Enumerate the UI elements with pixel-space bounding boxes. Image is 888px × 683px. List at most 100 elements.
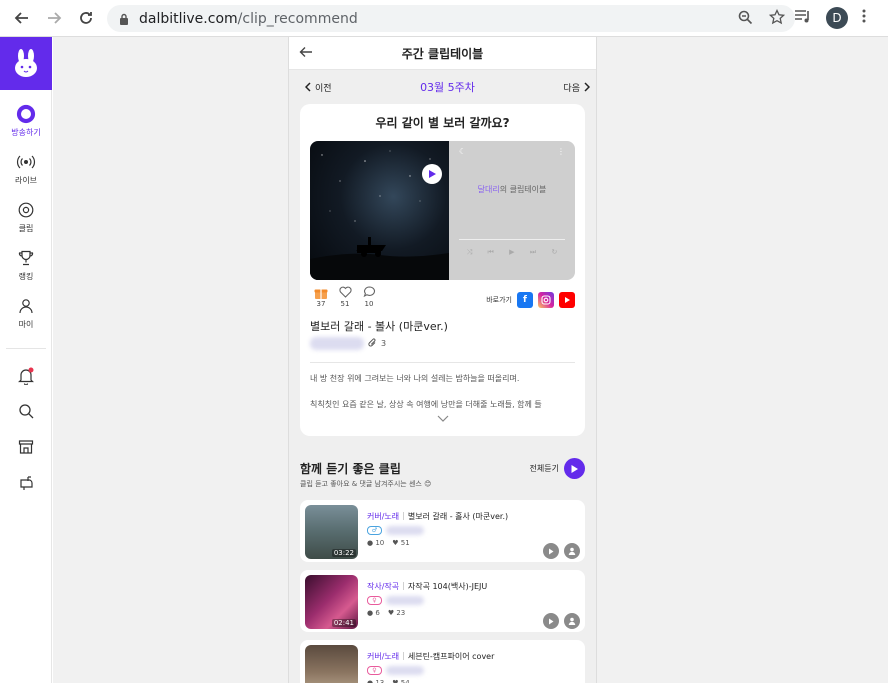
reload-icon[interactable] [74, 6, 98, 30]
chevron-right-icon [584, 82, 590, 92]
person-icon [16, 296, 36, 316]
clip-title: 세븐틴-캠프파이어 cover [407, 652, 495, 661]
panel-title-accent: 달대리 [477, 185, 500, 194]
list-item[interactable]: 커버/노래 | 세븐틴-캠프파이어 cover ♀ ● 13 ♥ 54 [300, 640, 585, 683]
facebook-icon[interactable]: f [517, 292, 533, 308]
clip-comments: ● 13 [367, 679, 384, 683]
clip-comments-value: 13 [375, 679, 385, 683]
clip-recommend-page: 주간 클립테이블 이전 03월 5주차 다음 우리 같이 별 보러 갈까요? ☾… [288, 37, 597, 683]
separator: | [402, 651, 405, 660]
clip-author-blurred [386, 596, 424, 605]
featured-clip-card: 우리 같이 별 보러 갈까요? ☾ ⋮ 달대리의 클립테이블 ⤨ ⏮ ▶ ⏭ ↻… [300, 104, 585, 436]
sidebar-item-clip[interactable]: 클립 [0, 200, 52, 234]
heart-icon: ♥ [392, 539, 399, 547]
section-subtitle: 클립 듣고 좋아요 & 댓글 남겨주시는 센스 😊 [300, 480, 432, 488]
starry-sky-image [310, 141, 449, 280]
clip-profile-button[interactable] [564, 613, 580, 629]
play-all-icon [564, 458, 585, 479]
address-bar[interactable]: dalbitlive.com/clip_recommend [107, 5, 795, 32]
progress-bar [459, 239, 565, 240]
zoom-icon[interactable] [737, 9, 753, 29]
play-small-icon: ▶ [509, 248, 515, 256]
back-arrow-icon[interactable] [299, 44, 313, 63]
clip-likes-value: 51 [400, 539, 410, 547]
comment-icon: ● [367, 609, 374, 617]
play-all-button[interactable]: 전체듣기 [530, 458, 585, 479]
moon-icon: ☾ [459, 147, 467, 156]
clip-category: 커버/노래 [367, 512, 400, 521]
play-button[interactable] [422, 164, 442, 184]
comment-icon: ● [367, 679, 374, 683]
playlist-icon[interactable] [794, 8, 812, 28]
clip-duration: 03:22 [331, 549, 356, 557]
sidebar-item-label: 클립 [18, 224, 34, 233]
separator: | [402, 581, 405, 590]
featured-media[interactable]: ☾ ⋮ 달대리의 클립테이블 ⤨ ⏮ ▶ ⏭ ↻ [310, 141, 575, 280]
sidebar-item-live[interactable]: 라이브 [0, 152, 52, 186]
browser-toolbar: dalbitlive.com/clip_recommend D [0, 0, 888, 37]
comment-icon [363, 286, 376, 300]
clip-comments: ● 6 [367, 609, 380, 617]
back-arrow-icon[interactable] [10, 6, 34, 30]
dalbit-logo[interactable] [0, 37, 52, 90]
clip-play-button[interactable] [543, 543, 559, 559]
panel-title-rest: 의 클립테이블 [499, 185, 547, 194]
sidebar-item-label: 방송하기 [11, 128, 41, 137]
female-icon: ♀ [367, 666, 382, 675]
clip-thumbnail: 03:22 [305, 505, 358, 559]
featured-song-title[interactable]: 별보러 갈래 - 볼사 (마쿤ver.) [310, 318, 575, 334]
clip-comments-value: 6 [375, 609, 380, 617]
bell-icon[interactable] [0, 367, 52, 385]
clip-likes-value: 23 [396, 609, 406, 617]
gift-count[interactable]: 37 [310, 286, 332, 308]
chevron-down-icon[interactable] [310, 414, 575, 425]
like-count-value: 51 [340, 300, 350, 308]
clip-count: 3 [381, 339, 387, 348]
prev-week-label: 이전 [315, 83, 332, 94]
player-controls: ⤨ ⏮ ▶ ⏭ ↻ [459, 248, 565, 257]
sidebar-item-broadcast[interactable]: 방송하기 [0, 104, 52, 138]
clip-title: 자작곡 104(백사)-JEJU [407, 582, 488, 591]
comment-count[interactable]: 10 [358, 286, 380, 308]
sidebar-divider [5, 348, 46, 349]
play-icon [429, 170, 436, 178]
play-all-label: 전체듣기 [529, 464, 559, 473]
store-icon[interactable] [0, 439, 52, 457]
divider [310, 362, 575, 363]
next-week-button[interactable]: 다음 [563, 81, 590, 94]
profile-avatar[interactable]: D [826, 7, 848, 29]
clip-play-button[interactable] [543, 613, 559, 629]
featured-description: 내 방 천장 위에 그려보는 너와 나의 설레는 밤하늘을 떠올리며. 칙칙칫인… [310, 372, 575, 412]
like-count[interactable]: 51 [334, 286, 356, 308]
chevron-left-icon [305, 82, 311, 92]
search-icon[interactable] [0, 403, 52, 421]
prev-week-button[interactable]: 이전 [305, 81, 332, 94]
male-icon: ♂ [367, 526, 382, 535]
url-path: /clip_recommend [237, 10, 358, 27]
featured-stats: 37 51 10 바로가기 f [310, 286, 575, 308]
clip-comments-value: 10 [375, 539, 385, 547]
instagram-icon[interactable] [538, 292, 554, 308]
page-title: 주간 클립테이블 [401, 46, 484, 61]
forward-arrow-icon[interactable] [42, 6, 66, 30]
sidebar-item-my[interactable]: 마이 [0, 296, 52, 330]
clip-profile-button[interactable] [564, 543, 580, 559]
female-icon: ♀ [367, 596, 382, 605]
shuffle-icon: ⤨ [466, 248, 473, 256]
week-navigator: 이전 03월 5주차 다음 [289, 70, 596, 104]
featured-heading: 우리 같이 별 보러 갈까요? [375, 116, 510, 130]
author-nickname-blurred[interactable] [310, 337, 364, 350]
clip-title: 별보러 갈래 - 홀사 (마쿤ver.) [407, 512, 509, 521]
clip-likes-value: 54 [400, 679, 410, 683]
mailbox-icon[interactable] [0, 475, 52, 493]
page-header: 주간 클립테이블 [289, 37, 596, 70]
list-item[interactable]: 03:22 커버/노래 | 별보러 갈래 - 홀사 (마쿤ver.) ♂ ● 1… [300, 500, 585, 562]
sidebar-item-ranking[interactable]: 랭킹 [0, 248, 52, 282]
bookmark-star-icon[interactable] [768, 8, 786, 29]
trophy-icon [16, 248, 36, 268]
url-host: dalbitlive.com [139, 10, 238, 27]
list-item[interactable]: 02:41 작사/작곡 | 자작곡 104(백사)-JEJU ♀ ● 6 ♥ 2… [300, 570, 585, 632]
youtube-icon[interactable] [559, 292, 575, 308]
browser-menu-icon[interactable] [862, 8, 866, 28]
clip-author-blurred [386, 666, 424, 675]
